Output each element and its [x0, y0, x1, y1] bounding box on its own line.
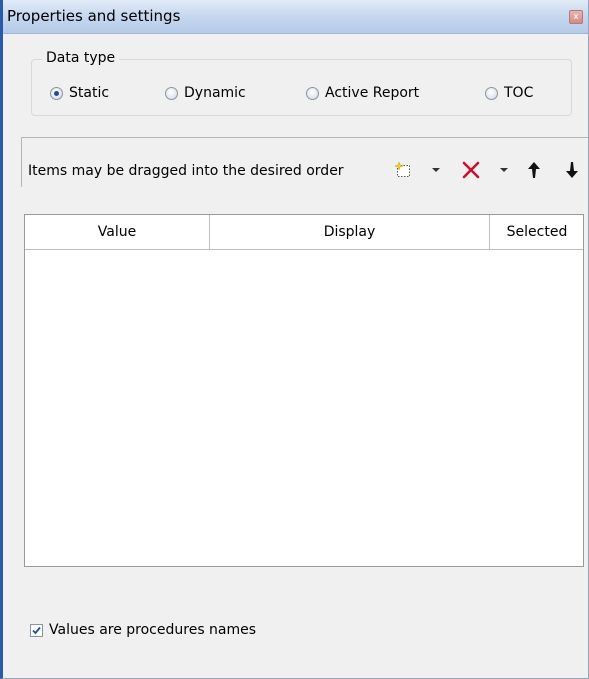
radio-static[interactable]: Static [50, 83, 109, 103]
close-icon: x [573, 12, 579, 22]
checkmark-icon [32, 626, 41, 634]
data-type-legend: Data type [42, 50, 120, 66]
close-button[interactable]: x [569, 10, 583, 24]
items-toolbar: Items may be dragged into the desired or… [21, 137, 588, 187]
radio-static-label: Static [69, 85, 110, 101]
move-up-icon[interactable] [525, 159, 543, 181]
radio-dynamic[interactable]: Dynamic [165, 83, 246, 103]
move-down-icon[interactable] [563, 159, 581, 181]
delete-icon[interactable] [460, 159, 482, 181]
radio-active-report-button[interactable] [306, 86, 319, 100]
procedures-checkbox-row[interactable]: Values are procedures names [30, 620, 256, 640]
drag-hint-text: Items may be dragged into the desired or… [28, 163, 344, 179]
column-header-selected[interactable]: Selected [490, 215, 584, 249]
radio-toc-button[interactable] [485, 86, 498, 100]
radio-static-button[interactable] [50, 86, 63, 100]
radio-toc-label: TOC [504, 85, 534, 101]
values-grid[interactable]: Value Display Selected [24, 214, 584, 567]
radio-toc[interactable]: TOC [485, 83, 533, 103]
column-header-display[interactable]: Display [210, 215, 490, 249]
window-title: Properties and settings [7, 7, 181, 25]
radio-active-report[interactable]: Active Report [306, 83, 419, 103]
properties-window: Properties and settings x Data type Stat… [0, 0, 589, 679]
procedures-checkbox[interactable] [30, 623, 43, 637]
procedures-checkbox-label: Values are procedures names [49, 622, 257, 638]
radio-dynamic-label: Dynamic [184, 85, 246, 101]
new-item-dropdown-icon[interactable] [430, 159, 442, 181]
column-header-value[interactable]: Value [25, 215, 210, 249]
grid-header: Value Display Selected [25, 215, 583, 250]
new-item-icon[interactable] [394, 159, 414, 181]
delete-dropdown-icon[interactable] [498, 159, 510, 181]
radio-dynamic-button[interactable] [165, 86, 178, 100]
title-bar: Properties and settings x [3, 0, 588, 34]
radio-active-report-label: Active Report [325, 85, 420, 101]
